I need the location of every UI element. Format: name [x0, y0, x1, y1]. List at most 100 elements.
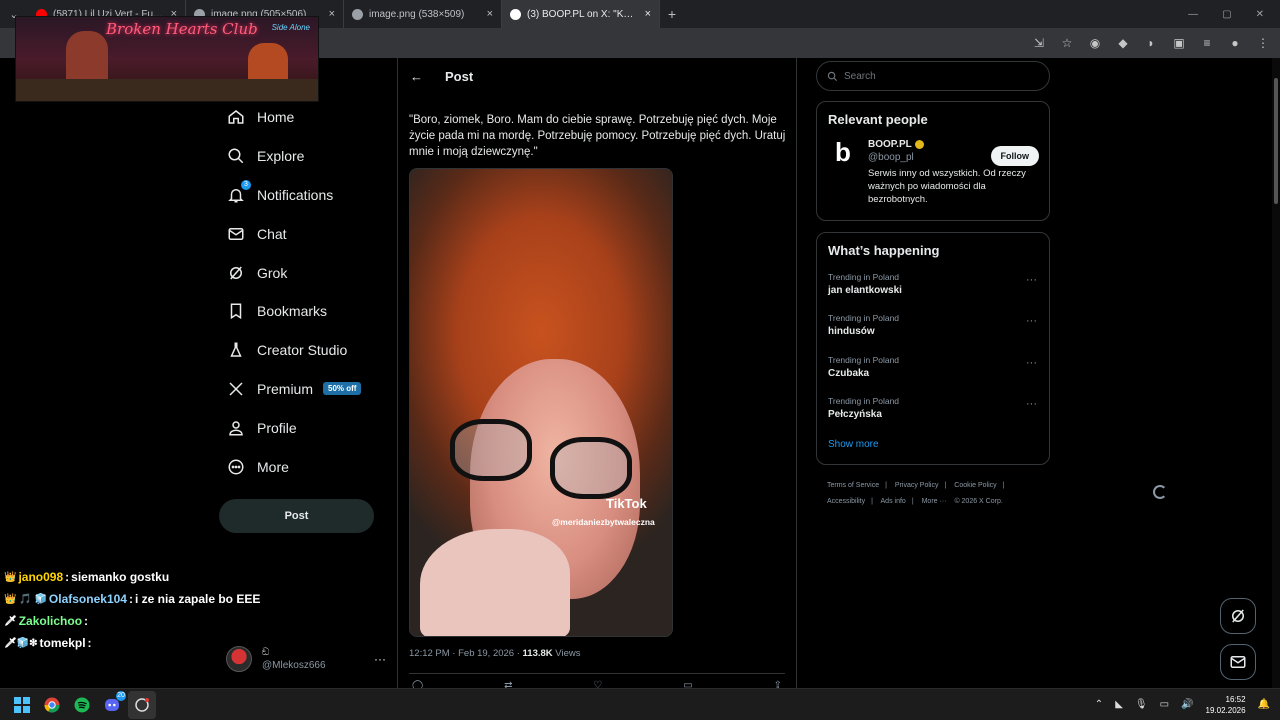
extension-icon[interactable]: ◆ [1116, 36, 1130, 50]
windows-start-icon[interactable] [8, 691, 36, 719]
follow-button[interactable]: Follow [990, 146, 1039, 166]
account-switcher[interactable]: ඞ @Mlekosz666 ··· [226, 644, 386, 674]
footer-link[interactable]: Ads info [881, 498, 906, 505]
nav-bookmarks[interactable]: Bookmarks [219, 292, 389, 331]
more-dots-icon[interactable]: ··· [374, 652, 386, 666]
trend-item[interactable]: Trending in Poland hindusów ··· [817, 307, 1049, 348]
nav-label: Notifications [257, 186, 334, 203]
chrome-icon[interactable] [38, 691, 66, 719]
microphone-icon[interactable]: 🎙 [1135, 699, 1148, 710]
nav-grok[interactable]: Grok [219, 253, 389, 292]
install-icon[interactable]: ⇲ [1032, 36, 1046, 50]
nav-label: Profile [257, 419, 297, 436]
new-tab-button[interactable]: + [660, 6, 684, 22]
tray-app-icon[interactable]: ◣ [1115, 699, 1123, 710]
more-dots-icon[interactable]: ··· [1026, 398, 1037, 410]
browser-tab-active[interactable]: (3) BOOP.PL on X: "Kuzynka × [502, 0, 660, 28]
system-clock[interactable]: 16:52 19.02.2026 [1206, 694, 1246, 716]
messages-fab-button[interactable] [1220, 644, 1256, 680]
scrollbar-thumb[interactable] [1274, 78, 1278, 204]
globe-icon [352, 8, 363, 20]
page-scrollbar[interactable] [1272, 58, 1280, 688]
stream-chat-overlay: 👑 jano098: siemanko gostku 👑 🎵 🧊 Olafson… [4, 558, 304, 654]
footer-link[interactable]: More ··· [922, 498, 947, 505]
trend-location: Trending in Poland [828, 354, 900, 365]
post-timestamp[interactable]: 12:12 PM · Feb 19, 2026 · [409, 648, 523, 659]
footer-link[interactable]: Accessibility [827, 498, 865, 505]
nav-notifications[interactable]: 3 Notifications [219, 176, 389, 215]
volume-icon[interactable]: 🔊 [1181, 699, 1193, 710]
trend-name: hindusów [828, 326, 875, 338]
tiktok-watermark: TikTok [606, 496, 647, 511]
nav-label: Explore [257, 148, 305, 165]
bell-icon: 3 [227, 179, 251, 204]
trend-item[interactable]: Trending in Poland jan elantkowski ··· [817, 266, 1049, 307]
more-dots-icon[interactable]: ··· [1026, 357, 1037, 369]
search-input[interactable]: Search [816, 61, 1050, 91]
footer-sep: | [885, 482, 887, 489]
nav-explore[interactable]: Explore [219, 137, 389, 176]
footer-sep: | [871, 498, 873, 505]
footer-link[interactable]: Terms of Service [827, 482, 879, 489]
stream-overlay-banner: Broken Hearts Club Side Alone [15, 16, 319, 102]
person-row[interactable]: b BOOP.PL @boop_pl Serwis inny od wszyst… [817, 127, 1049, 214]
glasses-right [550, 437, 632, 499]
compose-post-button[interactable]: Post [219, 499, 374, 533]
chat-message: 🗡 Zakolichoo: [4, 610, 304, 632]
system-tray: ⌃ ◣ 🎙 ▭ 🔊 16:52 19.02.2026 🔔 [1095, 694, 1280, 716]
nav-profile[interactable]: Profile [219, 408, 389, 447]
person-icon [227, 419, 245, 437]
trend-item[interactable]: Trending in Poland Pełczyńska ··· [817, 390, 1049, 431]
verified-badge-icon [914, 140, 924, 149]
minimize-icon[interactable]: — [1188, 9, 1198, 20]
nav-chat[interactable]: Chat [219, 214, 389, 253]
nav-creator-studio[interactable]: Creator Studio [219, 331, 389, 370]
nav-more[interactable]: More [219, 447, 389, 486]
chat-message: 👑 🎵 🧊 Olafsonek104: i ze nia zapale bo E… [4, 588, 304, 610]
footer-link[interactable]: Privacy Policy [895, 482, 939, 489]
tab-title: (3) BOOP.PL on X: "Kuzynka [527, 8, 639, 20]
windows-taskbar: 20 ⌃ ◣ 🎙 ▭ 🔊 16:52 19.02.2026 🔔 [0, 688, 1280, 720]
star-icon[interactable]: ☆ [1060, 36, 1074, 50]
network-icon[interactable]: ▭ [1160, 699, 1169, 710]
puzzle-icon[interactable]: ▣ [1172, 36, 1186, 50]
close-window-icon[interactable]: ✕ [1256, 9, 1264, 20]
close-icon[interactable]: × [645, 8, 651, 20]
menu-dots-icon[interactable]: ⋮ [1256, 36, 1270, 50]
notification-bell-icon[interactable]: 🔔 [1258, 699, 1270, 710]
footer-link[interactable]: Cookie Policy [954, 482, 996, 489]
footer-sep: | [911, 498, 914, 505]
nav-home[interactable]: Home [219, 98, 389, 137]
reading-list-icon[interactable]: ≡ [1200, 36, 1214, 50]
maximize-icon[interactable]: ▢ [1222, 9, 1231, 20]
discord-icon[interactable]: 20 [98, 690, 126, 719]
extension-icon[interactable]: ◉ [1088, 36, 1102, 50]
spotify-icon[interactable] [68, 691, 96, 719]
nav-premium[interactable]: Premium 50% off [219, 370, 389, 409]
copyright: © 2026 X Corp. [954, 498, 1003, 505]
more-dots-icon[interactable]: ··· [1026, 274, 1037, 286]
app-icon[interactable] [128, 690, 156, 719]
close-icon[interactable]: × [487, 8, 493, 20]
views-label: Views [552, 648, 581, 659]
show-more-link[interactable]: Show more [817, 431, 1049, 460]
back-arrow-icon[interactable]: ← [410, 69, 423, 84]
trend-item[interactable]: Trending in Poland Czubaka ··· [817, 349, 1049, 390]
browser-tab[interactable]: image.png (538×509) × [344, 0, 502, 28]
chat-username: jano098 [18, 570, 64, 584]
chat-colon: : [65, 570, 70, 584]
grok-fab-button[interactable] [1220, 598, 1256, 634]
chat-colon: : [84, 614, 89, 628]
extension-icon[interactable]: ◗ [1144, 36, 1158, 50]
footer-sep: | [944, 482, 947, 489]
profile-icon[interactable]: ● [1228, 36, 1242, 50]
avatar [226, 646, 252, 672]
post-video[interactable]: TikTok @meridaniezbytwaleczna [409, 168, 673, 637]
trend-name: jan elantkowski [828, 285, 902, 296]
neon-side-sign: Side Alone [271, 23, 310, 32]
tray-chevron-icon[interactable]: ⌃ [1095, 699, 1103, 710]
close-icon[interactable]: × [329, 8, 335, 20]
trend-location: Trending in Poland [828, 395, 900, 406]
grok-icon [227, 264, 245, 282]
more-dots-icon[interactable]: ··· [1026, 315, 1037, 327]
